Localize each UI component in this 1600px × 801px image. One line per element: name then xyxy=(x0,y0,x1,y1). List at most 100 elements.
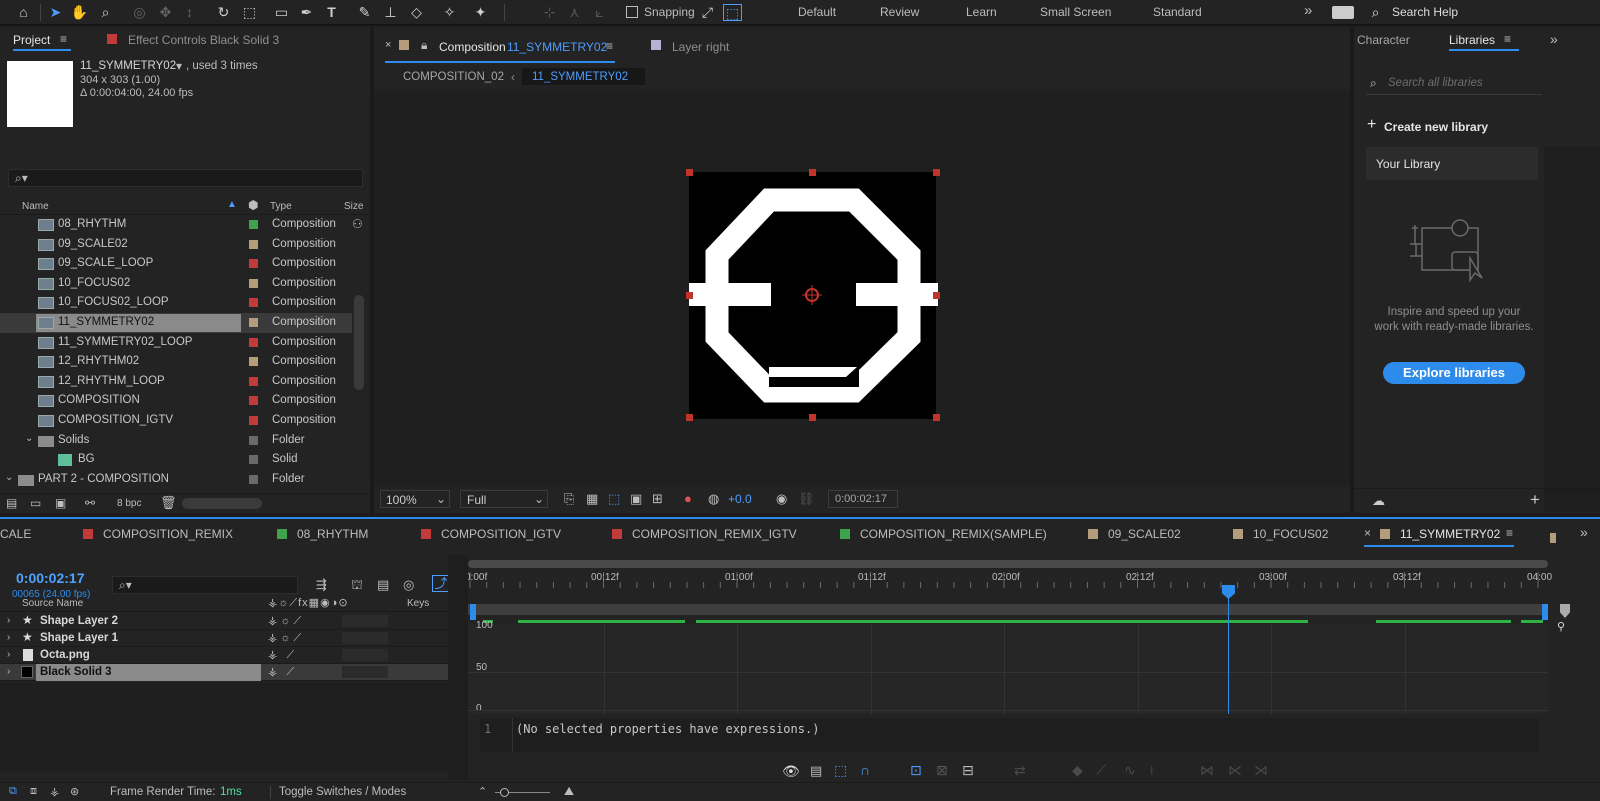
rotate-tool-icon[interactable]: ↻ xyxy=(214,3,233,22)
timeline-tab[interactable]: 10_FOCUS02 xyxy=(1233,527,1328,541)
selection-tool-icon[interactable]: ➤ xyxy=(46,3,65,22)
bit-depth[interactable]: 8 bpc xyxy=(117,498,141,509)
timeline-tab[interactable]: COMPOSITION_IGTV xyxy=(421,527,561,541)
tab-layer-name[interactable]: right xyxy=(706,40,729,54)
show-snapshot-icon[interactable]: ⛓ xyxy=(798,491,815,507)
fit-selection-icon[interactable]: ⊡ xyxy=(910,762,922,779)
puppet-pin-icon[interactable]: ✦ xyxy=(471,3,490,22)
layer-switches-icon[interactable]: ⚶ ☼ ⟋ xyxy=(268,631,301,645)
label-color-chip[interactable] xyxy=(249,357,258,367)
color-management-icon[interactable]: ◍ xyxy=(708,491,719,507)
label-color-chip[interactable] xyxy=(249,239,258,249)
list-item[interactable]: ⌄ Solids Folder xyxy=(0,431,352,451)
label-color-chip[interactable] xyxy=(249,396,258,406)
fit-all-icon[interactable]: ⊠ xyxy=(936,762,948,779)
eraser-tool-icon[interactable]: ◇ xyxy=(407,3,426,22)
list-item[interactable]: BG Solid xyxy=(0,450,352,470)
hand-tool-icon[interactable]: ✋ xyxy=(70,3,89,22)
thumbnail-size-slider[interactable] xyxy=(182,498,262,509)
timeline-tab[interactable]: 08_RHYTHM xyxy=(277,527,368,541)
label-color-chip[interactable] xyxy=(249,278,258,288)
panel-divider[interactable] xyxy=(1350,27,1354,513)
plus-icon[interactable]: + xyxy=(1367,116,1376,134)
tab-layer-prefix[interactable]: Layer xyxy=(672,40,702,54)
region-of-interest-icon[interactable]: ▣ xyxy=(630,491,642,507)
col-type[interactable]: Type xyxy=(270,201,292,212)
workspace-small-screen[interactable]: Small Screen xyxy=(1040,5,1111,19)
label-column-icon[interactable]: ⬢ xyxy=(248,198,258,212)
flowchart-icon[interactable]: ⚯ xyxy=(85,496,95,510)
timeline-tab[interactable]: COMPOSITION_REMIX_IGTV xyxy=(612,527,797,541)
expand-arrow-icon[interactable]: › xyxy=(7,615,10,626)
col-size[interactable]: Size xyxy=(344,201,363,212)
timeline-tab[interactable]: COMPOSITION_REMIX xyxy=(83,527,233,541)
graph-type-icon[interactable]: ▤ xyxy=(810,763,822,779)
layer-switches-icon[interactable]: ⚶ ⟋ xyxy=(268,648,294,662)
pan-behind-tool-icon[interactable]: ⬚ xyxy=(240,3,259,22)
timecode-field[interactable]: 0:00:02:17 xyxy=(828,490,898,508)
panel-divider[interactable] xyxy=(448,555,468,780)
your-library-item[interactable]: Your Library xyxy=(1366,147,1538,180)
snapping-checkbox[interactable] xyxy=(626,6,638,18)
panel-menu-icon[interactable]: ≡ xyxy=(1504,32,1511,46)
add-icon[interactable]: + xyxy=(1530,490,1540,510)
pin-icon[interactable]: ⚲ xyxy=(1557,620,1571,633)
home-icon[interactable]: ⌂ xyxy=(14,3,33,22)
search-help-input[interactable]: Search Help xyxy=(1392,5,1458,19)
snapshot-icon[interactable]: ◉ xyxy=(776,491,787,507)
layer-switches-icon[interactable]: ⚶ ⟋ xyxy=(268,665,294,679)
layer-row[interactable]: › ★ Shape Layer 2 ⚶ ☼ ⟋ xyxy=(0,613,448,630)
fast-previews-icon[interactable]: ⎘ xyxy=(564,491,574,507)
work-area-bar[interactable] xyxy=(468,604,1548,615)
chevron-down-icon[interactable]: ⌄ xyxy=(25,433,33,444)
work-area-start-handle[interactable] xyxy=(470,604,476,620)
interpret-footage-icon[interactable]: ▤ xyxy=(6,496,17,510)
hold-keyframe-icon[interactable]: ◆ xyxy=(1072,762,1083,779)
close-icon[interactable]: × xyxy=(1364,526,1371,540)
project-search-input[interactable]: ⌕▾ xyxy=(8,169,363,187)
resolution-dropdown[interactable]: Full ⌄ xyxy=(460,490,548,508)
type-tool-icon[interactable]: T xyxy=(322,3,341,22)
auto-bezier-icon[interactable]: ∿ xyxy=(1124,762,1136,779)
expand-arrow-icon[interactable]: › xyxy=(7,632,10,643)
workspace-standard[interactable]: Standard xyxy=(1153,5,1202,19)
bezier-icon[interactable]: ⟊ xyxy=(1150,762,1154,779)
sort-ascending-icon[interactable]: ▲ xyxy=(227,199,237,210)
zoom-dropdown[interactable]: 100% ⌄ xyxy=(380,490,450,508)
transparency-grid-icon[interactable]: ▦ xyxy=(586,491,598,507)
orbit-camera-icon[interactable]: ◎ xyxy=(130,3,149,22)
exposure-value[interactable]: +0.0 xyxy=(728,492,752,506)
layer-mode-switches[interactable] xyxy=(342,666,388,678)
roto-brush-icon[interactable]: ✧ xyxy=(440,3,459,22)
layer-switches-toggle-icon[interactable]: ⧉ xyxy=(9,785,17,798)
flowchart-icon[interactable]: ⚇ xyxy=(352,217,363,231)
panel-menu-icon[interactable]: ≡ xyxy=(606,39,613,53)
layer-mode-switches[interactable] xyxy=(342,615,388,627)
viewer-canvas[interactable] xyxy=(374,91,1350,485)
label-color-chip[interactable] xyxy=(249,435,258,445)
list-item[interactable]: ⌄ PART 2 - COMPOSITION Folder xyxy=(0,470,352,490)
sync-settings-icon[interactable] xyxy=(1332,6,1354,19)
rectangle-tool-icon[interactable]: ▭ xyxy=(272,3,291,22)
chevron-down-icon[interactable]: ⌄ xyxy=(5,472,13,483)
snap-edges-icon[interactable]: ⤢ xyxy=(698,3,717,22)
list-item[interactable]: 09_SCALE02 Composition xyxy=(0,235,352,255)
zoom-tool-icon[interactable]: ⌕ xyxy=(96,3,115,22)
chevron-down-icon[interactable]: ▾ xyxy=(176,59,182,73)
more-workspaces-icon[interactable]: » xyxy=(1304,2,1312,19)
layer-row[interactable]: › ★ Shape Layer 1 ⚶ ☼ ⟋ xyxy=(0,630,448,647)
hide-shy-layers-icon[interactable]: ▤ xyxy=(377,577,389,593)
col-source-name[interactable]: Source Name xyxy=(22,598,83,609)
easy-ease-icon[interactable]: ⋈ xyxy=(1200,762,1214,779)
lock-icon[interactable]: 🔒︎ xyxy=(421,38,427,53)
new-composition-icon[interactable]: ▣ xyxy=(55,496,66,510)
list-item[interactable]: 10_FOCUS02 Composition xyxy=(0,274,352,294)
transfer-controls-icon[interactable]: ⧈ xyxy=(30,785,37,798)
more-panels-icon[interactable]: » xyxy=(1550,31,1558,47)
layer-switches-icon[interactable]: ⚶ ☼ ⟋ xyxy=(268,614,301,628)
list-item[interactable]: 12_RHYTHM_LOOP Composition xyxy=(0,372,352,392)
timeline-tab-active[interactable]: 11_SYMMETRY02 xyxy=(1380,527,1500,541)
timeline-tab[interactable]: COMPOSITION_REMIX(SAMPLE) xyxy=(840,527,1047,541)
channels-icon[interactable]: ● xyxy=(684,491,692,506)
easy-ease-in-icon[interactable]: ⋉ xyxy=(1228,762,1242,779)
